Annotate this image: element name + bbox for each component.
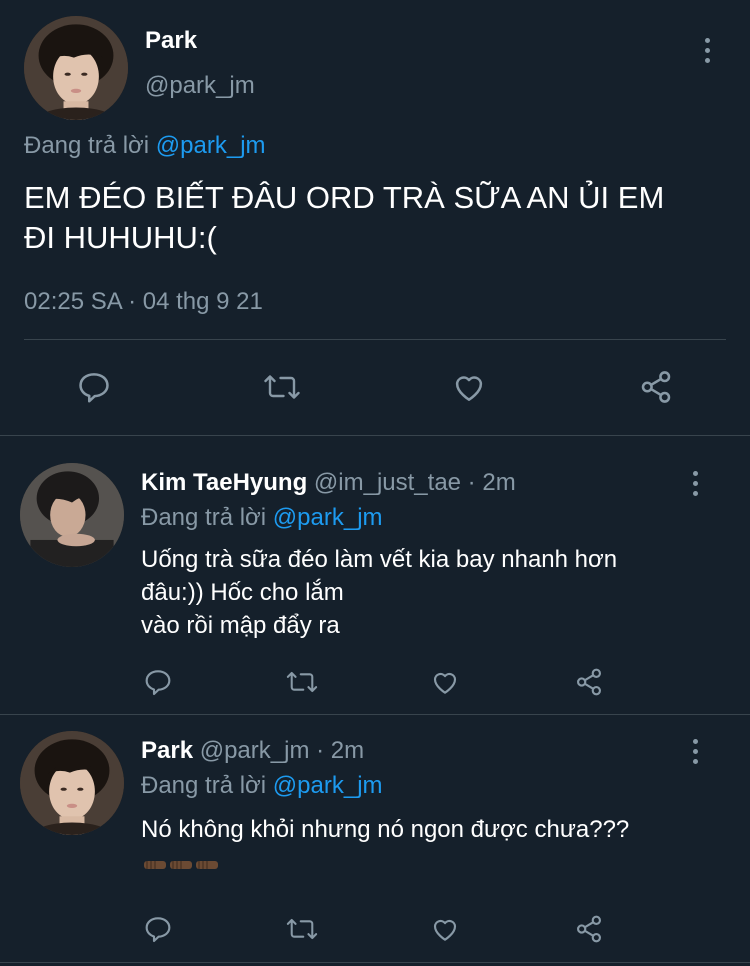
fist-bump-emoji xyxy=(170,861,192,869)
more-options-icon[interactable] xyxy=(685,733,705,769)
handle[interactable]: @park_jm xyxy=(145,72,255,100)
like-icon[interactable] xyxy=(448,367,490,407)
like-icon[interactable] xyxy=(427,912,463,946)
reply-text-line: Uống trà sữa đéo làm vết kia bay nhanh h… xyxy=(141,546,618,573)
reply-text-line: đâu:)) Hốc cho lắm xyxy=(141,579,344,606)
fist-bump-emoji xyxy=(144,861,166,869)
reply-context: Đang trả lời @park_jm xyxy=(141,772,383,800)
reply-to-link[interactable]: @park_jm xyxy=(273,772,383,799)
handle-timestamp[interactable]: @park_jm · 2m xyxy=(200,737,364,764)
reply-icon[interactable] xyxy=(140,912,176,946)
reply-prefix: Đang trả lời xyxy=(141,504,267,531)
divider xyxy=(0,714,750,715)
tweet-text-line-1: EM ĐÉO BIẾT ĐÂU ORD TRÀ SỮA AN ỦI EM xyxy=(24,180,665,215)
more-options-icon[interactable] xyxy=(685,465,705,501)
fist-bump-emoji xyxy=(196,861,218,869)
reply-header: Park @park_jm · 2m xyxy=(141,737,364,765)
display-name[interactable]: Kim TaeHyung xyxy=(141,469,307,496)
divider xyxy=(24,339,726,340)
more-options-icon[interactable] xyxy=(697,32,717,68)
avatar[interactable] xyxy=(24,16,128,120)
tweet-timestamp[interactable]: 02:25 SA · 04 thg 9 21 xyxy=(24,288,263,316)
reply-icon[interactable] xyxy=(140,665,176,699)
emoji-row xyxy=(143,858,219,872)
reply-text-line: Nó không khỏi nhưng nó ngon được chưa??? xyxy=(141,816,630,843)
like-icon[interactable] xyxy=(427,665,463,699)
retweet-icon[interactable] xyxy=(282,912,322,946)
reply-context: Đang trả lời @park_jm xyxy=(24,132,266,160)
reply-context: Đang trả lời @park_jm xyxy=(141,504,383,532)
divider xyxy=(0,435,750,436)
retweet-icon[interactable] xyxy=(260,367,304,407)
avatar[interactable] xyxy=(20,731,124,835)
reply-prefix: Đang trả lời xyxy=(141,772,267,799)
share-icon[interactable] xyxy=(571,665,607,699)
reply-to-link[interactable]: @park_jm xyxy=(273,504,383,531)
tweet-text-line-2: ĐI HUHUHU:( xyxy=(24,220,217,255)
share-icon[interactable] xyxy=(636,367,676,407)
reply-text-line: vào rồi mập đẩy ra xyxy=(141,612,340,639)
display-name[interactable]: Park xyxy=(145,27,197,55)
display-name[interactable]: Park xyxy=(141,737,193,764)
reply-prefix: Đang trả lời xyxy=(24,132,150,159)
divider xyxy=(0,962,750,963)
reply-to-link[interactable]: @park_jm xyxy=(156,132,266,159)
handle-timestamp[interactable]: @im_just_tae · 2m xyxy=(314,469,516,496)
share-icon[interactable] xyxy=(571,912,607,946)
retweet-icon[interactable] xyxy=(282,665,322,699)
reply-header: Kim TaeHyung @im_just_tae · 2m xyxy=(141,469,516,497)
reply-icon[interactable] xyxy=(74,367,114,407)
avatar[interactable] xyxy=(20,463,124,567)
